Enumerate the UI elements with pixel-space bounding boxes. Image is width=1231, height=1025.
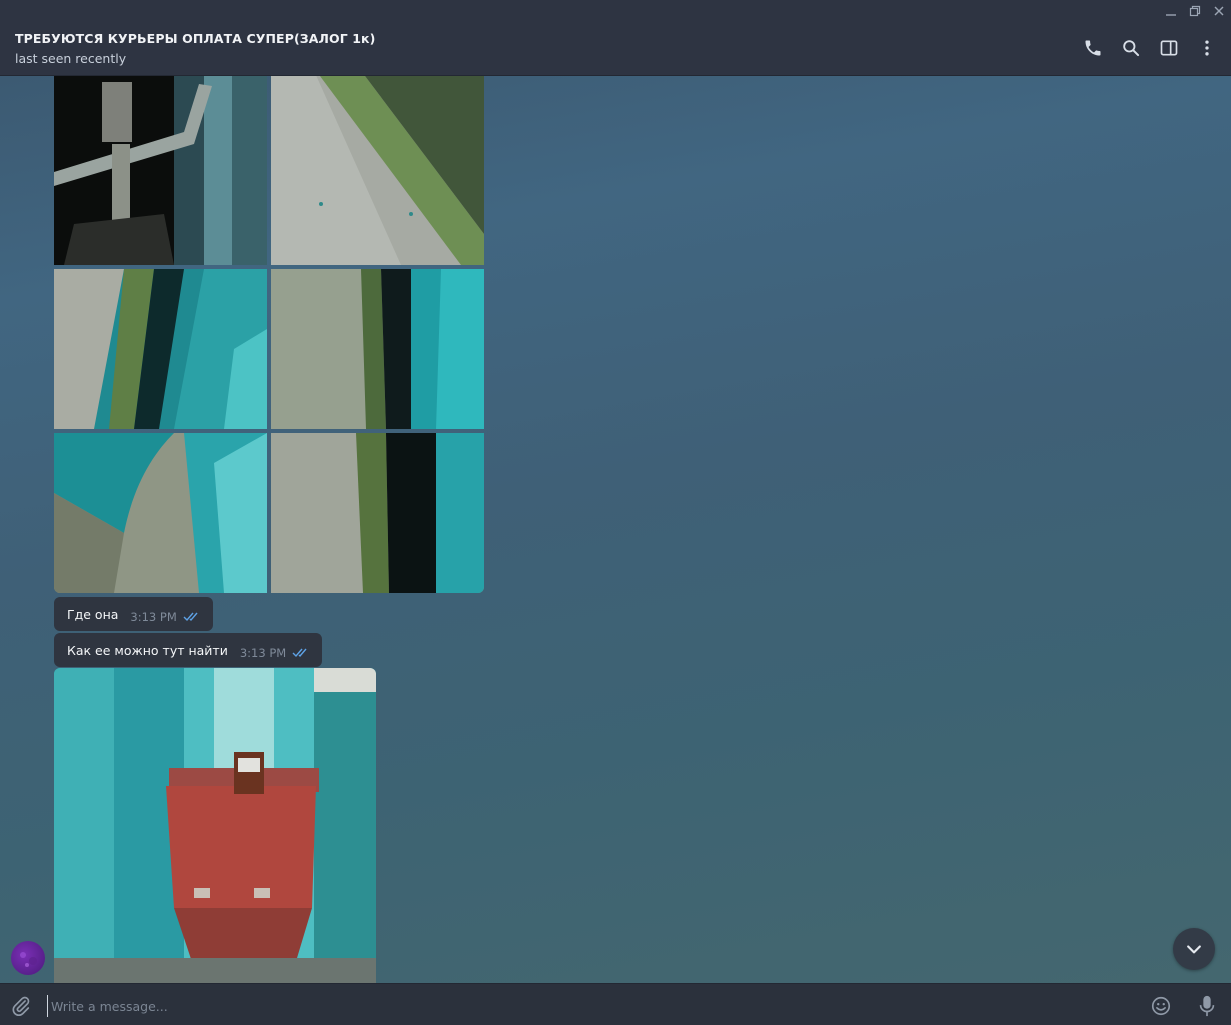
chevron-down-icon: [1187, 945, 1201, 954]
close-icon[interactable]: [1207, 0, 1231, 22]
message-text: Где она: [67, 606, 119, 622]
phone-icon[interactable]: [1081, 36, 1105, 60]
more-vertical-icon[interactable]: [1195, 36, 1219, 60]
read-checkmarks-icon: [183, 612, 201, 622]
album-photo[interactable]: [271, 269, 484, 429]
sidebar-toggle-icon[interactable]: [1157, 36, 1181, 60]
album-photo[interactable]: [54, 269, 267, 429]
album-photo[interactable]: [271, 433, 484, 593]
emoji-icon[interactable]: [1148, 993, 1174, 1019]
album-photo[interactable]: [54, 76, 267, 265]
avatar[interactable]: [11, 941, 45, 975]
window-controls: [1159, 0, 1231, 22]
album-photo[interactable]: [54, 433, 267, 593]
chat-header: ТРЕБУЮТСЯ КУРЬЕРЫ ОПЛАТА СУПЕР(ЗАЛОГ 1к)…: [0, 0, 1231, 76]
paperclip-icon[interactable]: [8, 993, 34, 1019]
minimize-icon[interactable]: [1159, 0, 1183, 22]
message-bubble[interactable]: Где она 3:13 PM: [54, 597, 213, 631]
header-actions: [1081, 36, 1219, 60]
message-time: 3:13 PM: [239, 646, 287, 660]
message-bubble[interactable]: Как ее можно тут найти 3:13 PM: [54, 633, 323, 667]
message-text: Как ее можно тут найти: [67, 642, 228, 658]
read-checkmarks-icon: [292, 648, 310, 658]
photo-message[interactable]: [54, 668, 376, 983]
scroll-to-bottom-button[interactable]: [1173, 928, 1215, 970]
chat-status: last seen recently: [15, 51, 127, 66]
chat-title[interactable]: ТРЕБУЮТСЯ КУРЬЕРЫ ОПЛАТА СУПЕР(ЗАЛОГ 1к): [15, 31, 375, 46]
message-composer: [0, 983, 1231, 1025]
album-photo[interactable]: [271, 76, 484, 265]
message-input[interactable]: [47, 995, 1127, 1017]
chat-messages-area[interactable]: Где она 3:13 PM Как ее можно тут найти 3…: [0, 76, 1231, 983]
microphone-icon[interactable]: [1194, 992, 1220, 1020]
photo-album[interactable]: [54, 76, 484, 593]
restore-icon[interactable]: [1183, 0, 1207, 22]
search-icon[interactable]: [1119, 36, 1143, 60]
message-time: 3:13 PM: [130, 610, 177, 624]
